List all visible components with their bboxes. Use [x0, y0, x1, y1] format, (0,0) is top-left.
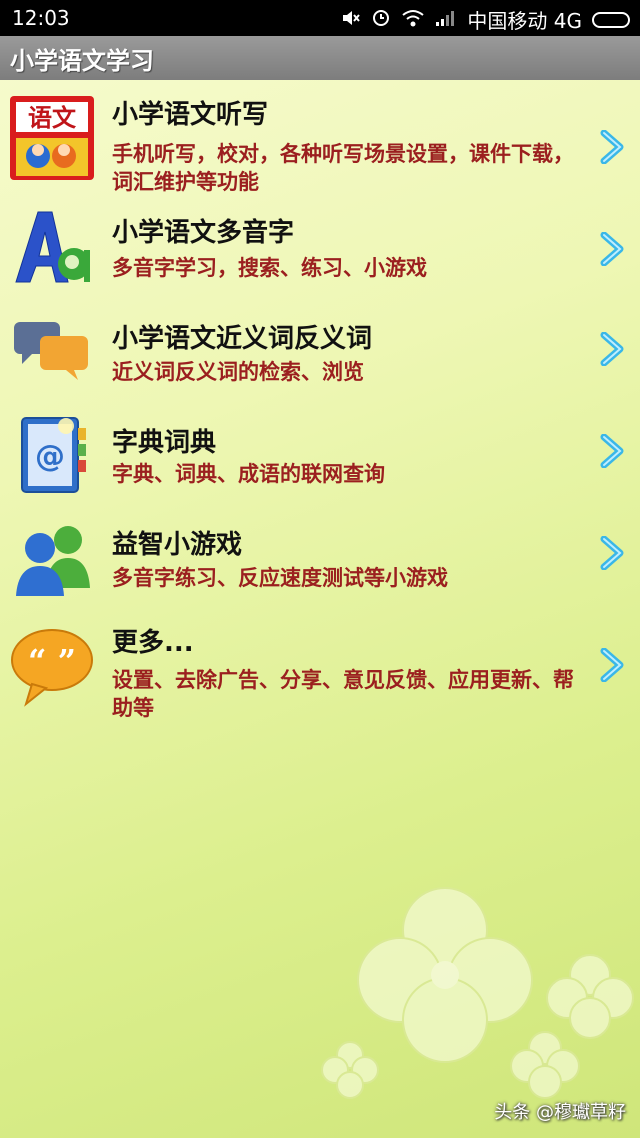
carrier-label: 中国移动 4G [467, 9, 582, 33]
svg-text:@: @ [35, 439, 65, 474]
clover-decoration [546, 954, 634, 1039]
menu-item-synonyms[interactable]: 小学语文近义词反义词 近义词反义词的检索、浏览 [0, 308, 640, 398]
signal-icon [435, 8, 457, 32]
menu-item-title: 小学语文近义词反义词 [112, 324, 373, 354]
menu-item-title: 字典词典 [112, 428, 217, 458]
menu-item-dictation[interactable]: 语文 小学语文听写 手机听写，校对，各种听写场景设置，课件下载，词汇维护等功能 [0, 92, 640, 194]
clover-decoration [357, 887, 533, 1063]
menu-item-dictionary[interactable]: @ 字典词典 字典、词典、成语的联网查询 [0, 410, 640, 500]
mute-icon [341, 8, 361, 32]
watermark-text: 头条 @穆瓛草籽 [494, 1102, 626, 1123]
menu-item-more[interactable]: “ ” 更多... 设置、去除广告、分享、意见反馈、应用更新、帮助等 [0, 616, 640, 726]
chevron-right-icon [600, 129, 626, 165]
wifi-icon [401, 8, 425, 32]
clover-decoration [510, 1031, 580, 1099]
quote-bubble-icon: “ ” [8, 624, 96, 712]
status-bar: 12:03 中国移动 4G [0, 0, 640, 36]
menu-item-desc: 近义词反义词的检索、浏览 [112, 360, 364, 384]
app-title-bar: 小学语文学习 [0, 36, 640, 80]
chevron-right-icon [600, 231, 626, 267]
menu-item-polyphone[interactable]: 小学语文多音字 多音字学习，搜索、练习、小游戏 [0, 200, 640, 290]
menu-item-games[interactable]: 益智小游戏 多音字练习、反应速度测试等小游戏 [0, 514, 640, 604]
yuwen-book-icon: 语文 [8, 94, 96, 182]
menu-item-desc: 手机听写，校对，各种听写场景设置，课件下载，词汇维护等功能 [112, 142, 574, 194]
chevron-right-icon [600, 535, 626, 571]
chat-bubbles-icon [8, 308, 96, 396]
letters-aa-icon [8, 204, 96, 292]
svg-text:“ ”: “ ” [28, 642, 76, 680]
page-title: 小学语文学习 [10, 46, 154, 75]
chevron-right-icon [600, 433, 626, 469]
menu-item-desc: 多音字练习、反应速度测试等小游戏 [112, 566, 448, 590]
menu-item-desc: 多音字学习，搜索、练习、小游戏 [112, 256, 427, 280]
menu-item-title: 小学语文多音字 [112, 218, 295, 248]
menu-item-desc: 设置、去除广告、分享、意见反馈、应用更新、帮助等 [112, 668, 574, 720]
menu-item-title: 益智小游戏 [112, 530, 243, 560]
clover-decoration [321, 1041, 379, 1099]
alarm-icon [371, 7, 391, 32]
battery-icon [592, 11, 630, 28]
chevron-right-icon [600, 647, 626, 683]
users-icon [8, 514, 96, 602]
status-time: 12:03 [12, 6, 70, 30]
svg-text:语文: 语文 [28, 104, 77, 132]
address-book-icon: @ [8, 410, 96, 498]
menu-item-desc: 字典、词典、成语的联网查询 [112, 462, 385, 486]
chevron-right-icon [600, 331, 626, 367]
menu-item-title: 小学语文听写 [112, 100, 269, 130]
menu-item-title: 更多... [112, 628, 194, 658]
